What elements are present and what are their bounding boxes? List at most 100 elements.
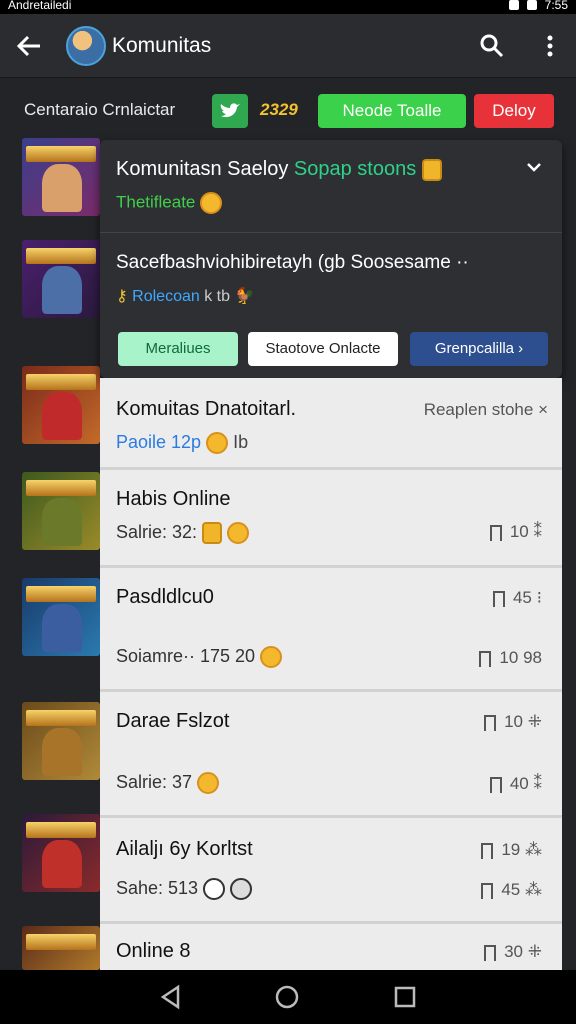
pin-icon	[484, 944, 497, 961]
member-count: 2329	[260, 100, 298, 119]
row-metric-tail: ⁂	[525, 880, 542, 899]
row-metric-value: 10	[504, 712, 524, 731]
row-sub: Salrie: 32:	[116, 522, 250, 545]
row-metric-value: 40	[509, 774, 529, 793]
row-metric: 45 ⁝	[492, 588, 542, 608]
community-list: Komuitas Dnatoitarl. Reaplen stohe × Pao…	[100, 378, 562, 970]
pin-icon	[481, 842, 494, 859]
row-metric-tail: ⁝	[536, 588, 542, 607]
red-action-button[interactable]: Deloy	[474, 94, 554, 128]
row-sub: Salrie: 37	[116, 772, 220, 795]
game-thumbnail[interactable]	[22, 926, 100, 970]
search-button[interactable]	[478, 32, 506, 60]
community-avatar[interactable]	[66, 26, 106, 66]
arrow-left-icon	[16, 35, 40, 57]
app-bar: Komunitas	[0, 14, 576, 78]
list-item[interactable]: Pasdldlcu0 45 ⁝ Soiamre·· 175 20 10 98	[100, 568, 562, 692]
row-metric-value: 19	[501, 840, 521, 859]
game-thumbnail[interactable]	[22, 366, 100, 444]
popup-title-main: Komunitasn Saeloy	[116, 158, 289, 180]
chip-next[interactable]: Grenpcalilla ›	[410, 332, 548, 366]
smiley-icon	[260, 646, 283, 669]
more-options-button[interactable]	[540, 32, 560, 60]
nav-home-button[interactable]	[274, 984, 300, 1010]
triangle-back-icon	[160, 984, 180, 1010]
row-metric-tail: ⁑	[533, 522, 543, 541]
popup-line: Sacefbashviohibiretayh (gb Soosesame ··	[116, 252, 469, 274]
row-note: Reaplen stohe ×	[423, 400, 548, 419]
green-action-button[interactable]: Neode Toalle	[318, 94, 466, 128]
system-nav-bar	[0, 970, 576, 1024]
row-title: Online 8	[116, 940, 191, 962]
face-icon	[203, 878, 226, 901]
screen: Andretailedi 7:55 Komunitas Centaraio Cr…	[0, 0, 576, 1024]
more-vertical-icon	[547, 35, 553, 57]
key-icon: ⚷	[116, 288, 128, 305]
row-sub: Paoile 12p Ib	[116, 432, 249, 455]
chip-online[interactable]: Staotove Onlacte	[248, 332, 398, 366]
list-item[interactable]: Online 8 30 ⁜	[100, 924, 562, 970]
row-title: Komuitas Dnatoitarl.	[116, 398, 297, 420]
row-metric: 30 ⁜	[484, 942, 542, 962]
pin-icon	[481, 882, 494, 899]
status-icons: 7:55	[508, 0, 568, 12]
row-metric-2: 10 98	[479, 648, 542, 668]
twitter-button[interactable]	[212, 94, 248, 128]
back-button[interactable]	[14, 32, 44, 60]
row-sub: Soiamre·· 175 20	[116, 646, 283, 669]
bird-icon	[220, 103, 240, 118]
row-sub-text: Soiamre·· 175 20	[116, 646, 256, 666]
pin-icon	[489, 524, 502, 541]
wifi-icon	[508, 0, 519, 10]
pin-icon	[484, 714, 497, 731]
chip-meraliues[interactable]: Meraliues	[118, 332, 238, 366]
row-sub-text: Salrie: 37	[116, 772, 193, 792]
popup-title: Komunitasn Saeloy Sopap stoons	[116, 158, 442, 181]
row-metric-2: 45 ⁂	[481, 880, 542, 900]
chevron-down-icon[interactable]	[526, 160, 542, 178]
row-sub-tail: Ib	[233, 432, 249, 452]
coin-icon	[421, 158, 442, 181]
row-title: Ailaljı 6y Korltst	[116, 838, 253, 860]
status-bar: Andretailedi 7:55	[0, 0, 576, 14]
dots-icon: ··	[456, 252, 469, 273]
row-sub-text: Paoile 12p	[116, 432, 202, 452]
row-metric-value: 30	[504, 942, 524, 961]
popup-meta-link[interactable]: Rolecoan	[132, 288, 200, 305]
popup-subtitle-text: Thetifleate	[116, 192, 196, 212]
list-item[interactable]: Habis Online Salrie: 32: 10 ⁑	[100, 470, 562, 568]
row-title: Pasdldlcu0	[116, 586, 214, 608]
popup-subtitle: Thetifleate	[116, 192, 223, 214]
smiley-icon	[227, 522, 250, 545]
smiley-icon	[206, 432, 229, 455]
page-title: Komunitas	[112, 34, 212, 57]
list-item[interactable]: Ailaljı 6y Korltst 19 ⁂ Sahe: 513 45 ⁂	[100, 818, 562, 924]
row-metric-value: 10	[509, 522, 529, 541]
divider	[100, 232, 562, 233]
row-metric-tail: ⁜	[527, 712, 542, 731]
row-metric-value: 45	[501, 880, 521, 899]
battery-icon	[526, 0, 537, 10]
pin-icon	[492, 590, 505, 607]
list-item[interactable]: Darae Fslzot 10 ⁜ Salrie: 37 40 ⁑	[100, 692, 562, 818]
row-metric-tail: ⁜	[527, 942, 542, 961]
game-thumbnail[interactable]	[22, 814, 100, 892]
community-popup: Komunitasn Saeloy Sopap stoons Thetiflea…	[100, 140, 562, 378]
popup-title-highlight: Sopap stoons	[293, 158, 417, 180]
game-thumbnail[interactable]	[22, 138, 100, 216]
game-thumbnail[interactable]	[22, 578, 100, 656]
row-title: Habis Online	[116, 488, 231, 510]
list-item[interactable]: Komuitas Dnatoitarl. Reaplen stohe × Pao…	[100, 378, 562, 470]
row-metric: 10 ⁜	[484, 712, 542, 732]
nav-recents-button[interactable]	[392, 984, 418, 1010]
game-thumbnail[interactable]	[22, 702, 100, 780]
game-thumbnail[interactable]	[22, 240, 100, 318]
row-metric-2: 40 ⁑	[489, 774, 542, 794]
game-thumbnail[interactable]	[22, 472, 100, 550]
row-sub-text: Sahe: 513	[116, 878, 199, 898]
popup-meta-key: k tb	[204, 288, 231, 305]
square-recents-icon	[394, 986, 416, 1008]
nav-back-button[interactable]	[158, 984, 184, 1010]
smiley-icon	[200, 192, 223, 214]
popup-meta: ⚷ Rolecoan k tb 🐓	[116, 286, 254, 306]
